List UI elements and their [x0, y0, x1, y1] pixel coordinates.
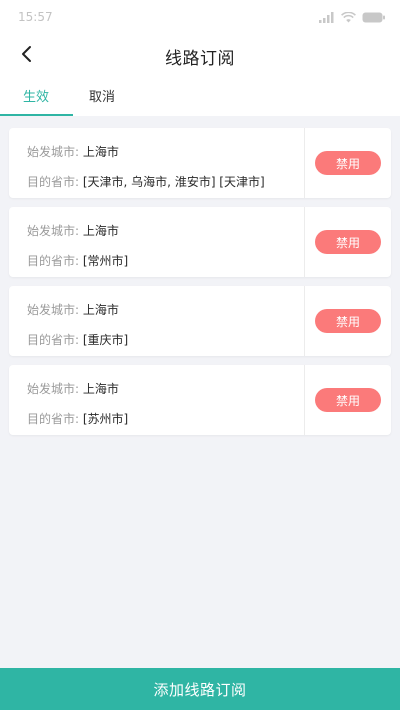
- disable-button[interactable]: 禁用: [315, 230, 381, 254]
- tab-active[interactable]: 生效: [0, 86, 73, 116]
- disable-button[interactable]: 禁用: [315, 151, 381, 175]
- subscription-list: 始发城市: 上海市 目的省市: [天津市, 乌海市, 淮安市] [天津市] 禁用…: [9, 128, 391, 444]
- subscription-card: 始发城市: 上海市 目的省市: [常州市] 禁用: [9, 207, 391, 277]
- card-body: 始发城市: 上海市 目的省市: [苏州市]: [9, 365, 304, 435]
- destination-label: 目的省市:: [27, 175, 80, 189]
- battery-icon: [362, 12, 386, 23]
- origin-label: 始发城市:: [27, 303, 80, 317]
- destination-value: [天津市, 乌海市, 淮安市] [天津市]: [82, 175, 265, 189]
- status-bar: 15:57: [0, 0, 400, 34]
- origin-label: 始发城市:: [27, 145, 80, 159]
- subscription-card: 始发城市: 上海市 目的省市: [天津市, 乌海市, 淮安市] [天津市] 禁用: [9, 128, 391, 198]
- wifi-icon: [341, 11, 356, 23]
- subscription-card: 始发城市: 上海市 目的省市: [重庆市] 禁用: [9, 286, 391, 356]
- destination-label: 目的省市:: [27, 412, 80, 426]
- card-action: 禁用: [305, 128, 391, 198]
- header: 线路订阅: [0, 34, 400, 78]
- tab-bar: 生效 取消: [0, 78, 400, 116]
- destination-value: [常州市]: [82, 254, 129, 268]
- origin-row: 始发城市: 上海市: [27, 381, 304, 397]
- status-icons: [319, 11, 386, 23]
- origin-row: 始发城市: 上海市: [27, 144, 304, 160]
- origin-value: 上海市: [82, 382, 119, 396]
- destination-label: 目的省市:: [27, 254, 80, 268]
- card-action: 禁用: [305, 365, 391, 435]
- tab-cancelled[interactable]: 取消: [89, 86, 115, 116]
- card-body: 始发城市: 上海市 目的省市: [重庆市]: [9, 286, 304, 356]
- destination-label: 目的省市:: [27, 333, 80, 347]
- destination-row: 目的省市: [重庆市]: [27, 332, 304, 348]
- destination-value: [重庆市]: [82, 333, 129, 347]
- origin-value: 上海市: [82, 224, 119, 238]
- tab-label: 生效: [23, 90, 50, 105]
- tab-label: 取消: [89, 90, 116, 105]
- tab-indicator: [0, 114, 73, 116]
- signal-icon: [319, 11, 335, 23]
- destination-value: [苏州市]: [82, 412, 129, 426]
- destination-row: 目的省市: [苏州市]: [27, 411, 304, 427]
- status-time: 15:57: [18, 10, 53, 24]
- subscription-card: 始发城市: 上海市 目的省市: [苏州市] 禁用: [9, 365, 391, 435]
- origin-row: 始发城市: 上海市: [27, 223, 304, 239]
- chevron-left-icon: [20, 45, 32, 67]
- origin-row: 始发城市: 上海市: [27, 302, 304, 318]
- card-body: 始发城市: 上海市 目的省市: [常州市]: [9, 207, 304, 277]
- origin-value: 上海市: [82, 303, 119, 317]
- card-body: 始发城市: 上海市 目的省市: [天津市, 乌海市, 淮安市] [天津市]: [9, 128, 304, 198]
- card-action: 禁用: [305, 207, 391, 277]
- add-route-subscription-button[interactable]: 添加线路订阅: [0, 668, 400, 710]
- back-button[interactable]: [10, 40, 42, 72]
- destination-row: 目的省市: [常州市]: [27, 253, 304, 269]
- disable-button[interactable]: 禁用: [315, 309, 381, 333]
- screen: 15:57 线路订阅 生效 取消 始发城市: 上海市 目的省市: [天津市, 乌…: [0, 0, 400, 710]
- origin-value: 上海市: [82, 145, 119, 159]
- card-action: 禁用: [305, 286, 391, 356]
- disable-button[interactable]: 禁用: [315, 388, 381, 412]
- origin-label: 始发城市:: [27, 382, 80, 396]
- page-title: 线路订阅: [165, 48, 235, 69]
- origin-label: 始发城市:: [27, 224, 80, 238]
- destination-row: 目的省市: [天津市, 乌海市, 淮安市] [天津市]: [27, 174, 304, 190]
